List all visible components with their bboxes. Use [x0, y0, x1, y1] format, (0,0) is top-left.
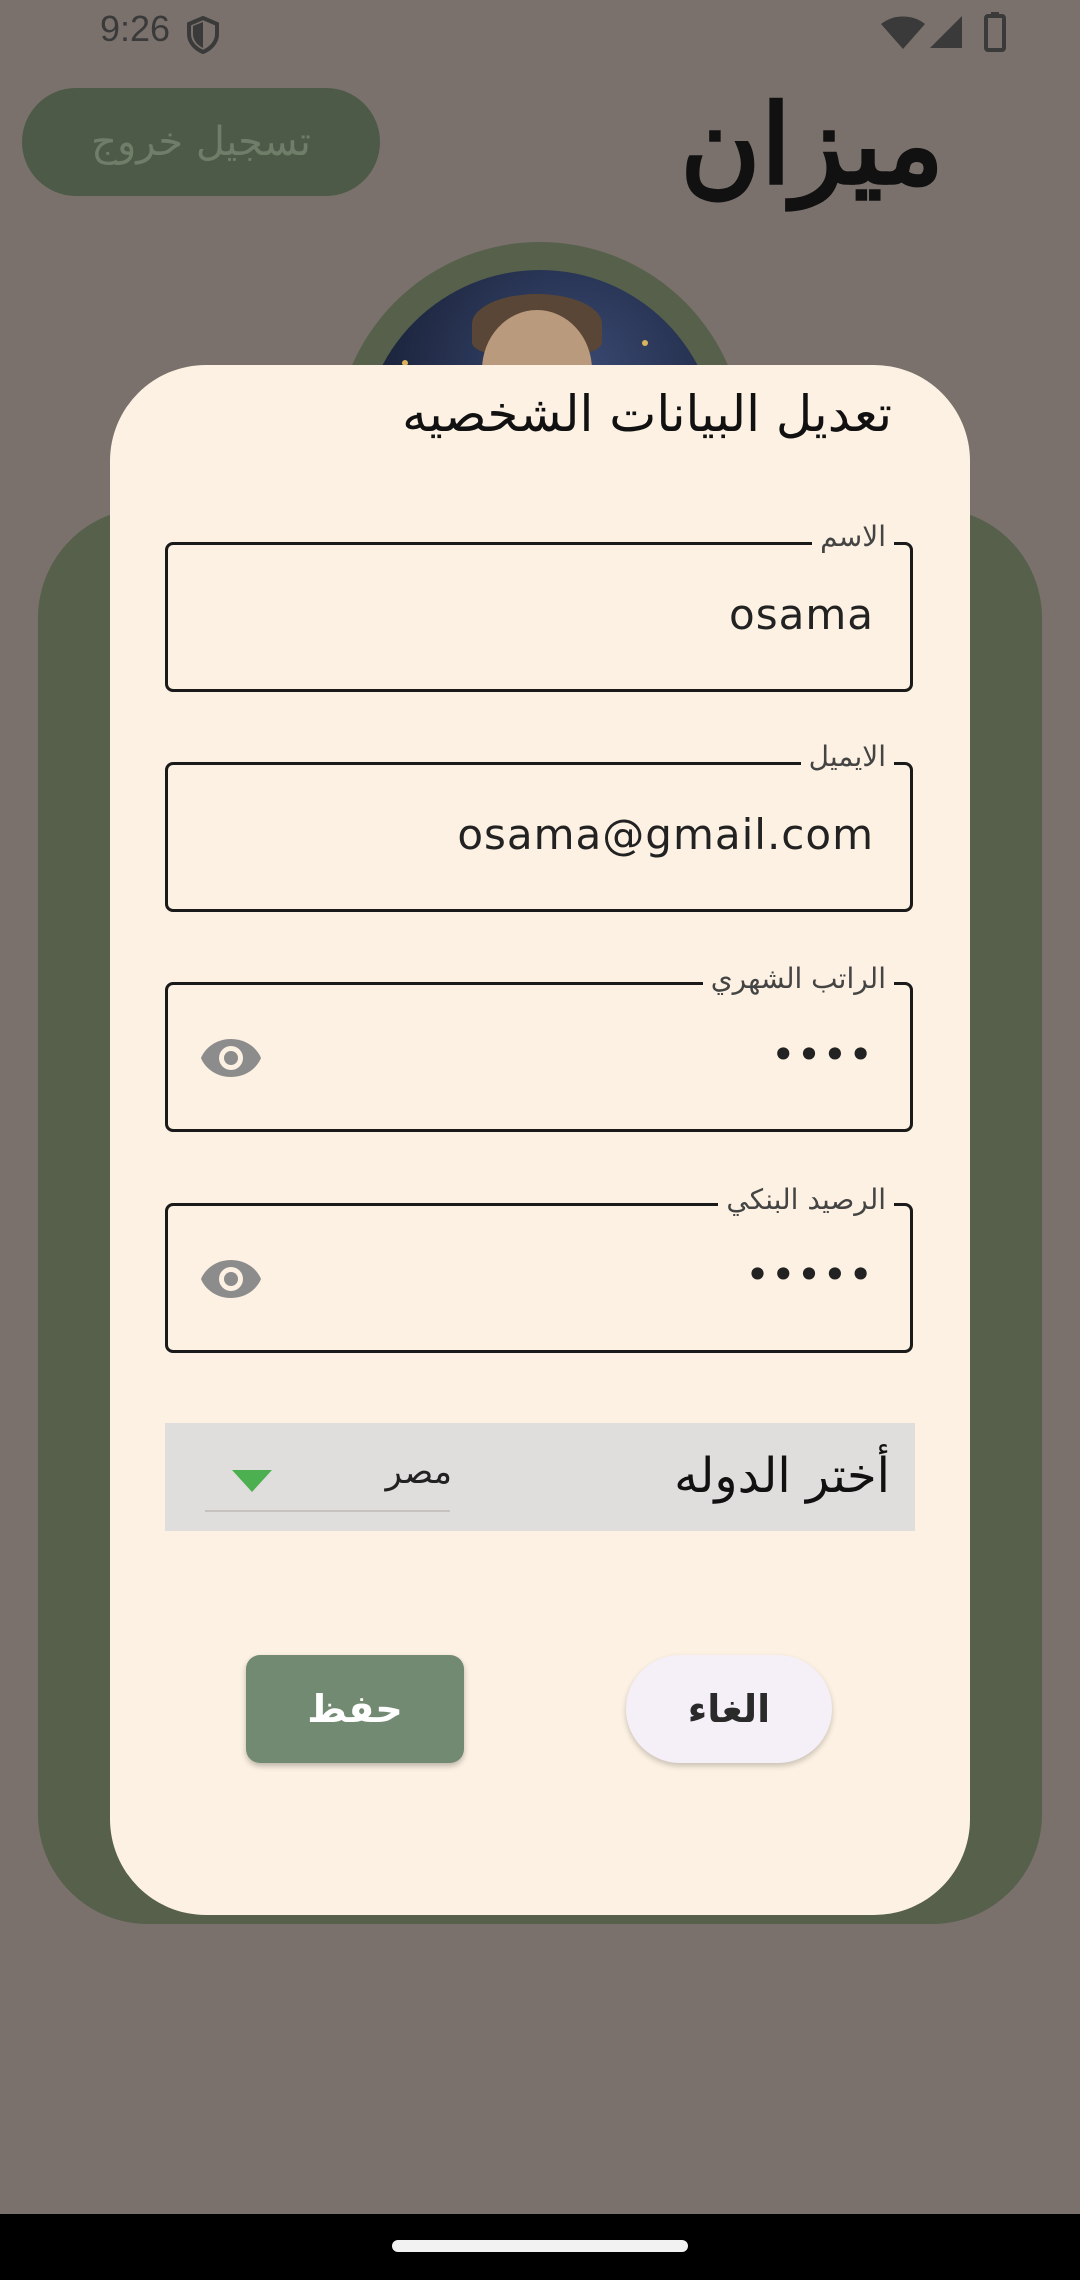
app-title: ميزان [680, 80, 945, 209]
shield-icon [187, 16, 219, 54]
home-indicator[interactable] [392, 2240, 688, 2252]
avatar-light [642, 340, 648, 346]
country-dropdown-underline [205, 1510, 450, 1512]
dialog-title: تعديل البيانات الشخصيه [402, 385, 892, 443]
monthly-salary-field-label: الراتب الشهري [702, 962, 894, 995]
status-time: 9:26 [100, 8, 171, 49]
bank-balance-field-value: ••••• [745, 1250, 874, 1299]
email-field-value: osama@gmail.com [457, 810, 874, 859]
email-field-label: الايميل [800, 740, 894, 773]
eye-icon[interactable] [200, 1037, 262, 1079]
wifi-icon [881, 16, 925, 49]
name-field-value: osama [729, 590, 874, 639]
country-dropdown-value[interactable]: مصر [370, 1452, 452, 1492]
battery-icon [984, 12, 1006, 52]
eye-icon[interactable] [200, 1258, 262, 1300]
save-button[interactable]: حفظ [246, 1655, 464, 1763]
logout-button[interactable]: تسجيل خروج [22, 88, 380, 196]
country-label: أختر الدوله [674, 1448, 890, 1504]
bank-balance-field-label: الرصيد البنكي [718, 1183, 894, 1216]
cancel-button[interactable]: الغاء [626, 1655, 832, 1763]
signal-icon [930, 16, 962, 48]
monthly-salary-field-value: •••• [770, 1030, 874, 1079]
chevron-down-icon[interactable] [230, 1468, 274, 1494]
name-field-label: الاسم [812, 520, 894, 553]
